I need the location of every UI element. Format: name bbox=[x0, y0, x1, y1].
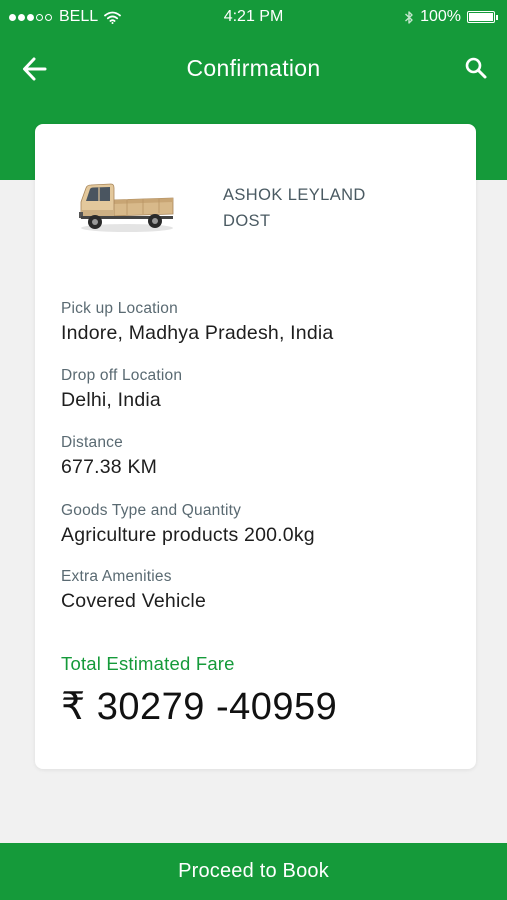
page-title: Confirmation bbox=[186, 55, 321, 81]
proceed-to-book-button[interactable]: Proceed to Book bbox=[0, 843, 507, 900]
distance-value: 677.38 KM bbox=[61, 456, 158, 478]
extra-amenities-label: Extra Amenities bbox=[61, 568, 172, 585]
status-bar: BELL 4:21 PM 100% bbox=[0, 0, 507, 34]
distance: Distance 677.38 KM bbox=[61, 434, 157, 479]
vehicle-name-line2: DOST bbox=[223, 212, 271, 230]
confirmation-card: ASHOK LEYLAND DOST Pick up Location Indo… bbox=[35, 124, 476, 769]
dropoff-location-label: Drop off Location bbox=[61, 367, 183, 384]
pickup-location-label: Pick up Location bbox=[61, 300, 178, 317]
status-right: 100% bbox=[404, 8, 498, 26]
distance-label: Distance bbox=[61, 434, 123, 451]
goods-type-value: Agriculture products 200.0kg bbox=[61, 524, 315, 546]
goods-type-label: Goods Type and Quantity bbox=[61, 502, 242, 519]
pickup-truck-image bbox=[79, 183, 174, 232]
extra-amenities: Extra Amenities Covered Vehicle bbox=[61, 568, 206, 613]
total-fare-label: Total Estimated Fare bbox=[61, 653, 235, 674]
nav-bar: Confirmation bbox=[0, 34, 507, 102]
battery-icon bbox=[467, 11, 495, 23]
extra-amenities-value: Covered Vehicle bbox=[61, 590, 207, 612]
battery-percent: 100% bbox=[420, 8, 461, 25]
bluetooth-icon bbox=[405, 10, 413, 24]
vehicle-name-line1: ASHOK LEYLAND bbox=[223, 186, 366, 204]
pickup-location: Pick up Location Indore, Madhya Pradesh,… bbox=[61, 300, 333, 345]
dropoff-location-value: Delhi, India bbox=[61, 389, 161, 411]
search-icon bbox=[465, 57, 487, 79]
total-fare-value: ₹ 30279 -40959 bbox=[61, 686, 338, 728]
vehicle-name: ASHOK LEYLAND DOST bbox=[223, 182, 403, 234]
search-button[interactable] bbox=[463, 55, 489, 81]
dropoff-location: Drop off Location Delhi, India bbox=[61, 367, 182, 412]
goods-type: Goods Type and Quantity Agriculture prod… bbox=[61, 502, 315, 547]
pickup-location-value: Indore, Madhya Pradesh, India bbox=[61, 322, 334, 344]
